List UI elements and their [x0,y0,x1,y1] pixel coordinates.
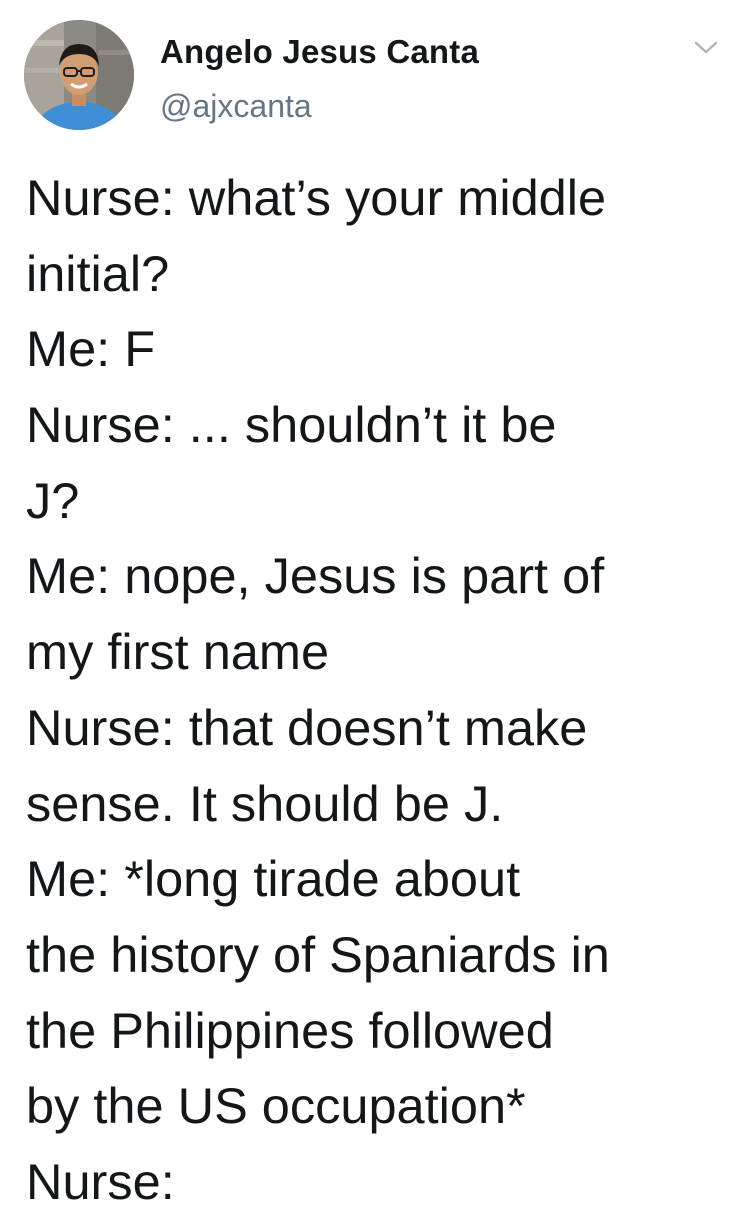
tweet-text-line: Me: F [26,320,156,378]
tweet-card: Angelo Jesus Canta @ajxcanta Nurse: what… [0,0,736,1210]
tweet-text-line: J? [26,471,80,529]
tweet-text: Nurse: what’s your middle initial? Me: F… [26,160,726,1220]
tweet-text-line: initial? [26,244,170,302]
tweet-text-line: sense. It should be J. [26,774,504,832]
tweet-text-line: Nurse: ... shouldn’t it be [26,396,557,454]
chevron-down-icon[interactable] [692,38,720,58]
author-handle[interactable]: @ajxcanta [160,86,312,126]
tweet-header: Angelo Jesus Canta @ajxcanta [24,20,724,132]
tweet-text-line: Nurse: that doesn’t make [26,698,588,756]
tweet-text-line: Me: nope, Jesus is part of [26,547,605,605]
tweet-text-line: Nurse: what’s your middle [26,169,607,226]
tweet-text-line: by the US occupation* [26,1077,526,1135]
author-display-name[interactable]: Angelo Jesus Canta [160,32,479,72]
profile-photo-icon [24,20,134,130]
tweet-text-line: the history of Spaniards in [26,925,610,983]
tweet-text-line: Nurse: [26,1152,175,1210]
tweet-text-line: the Philippines followed [26,1001,554,1059]
tweet-text-line: Me: *long tirade about [26,850,521,908]
tweet-text-line: my first name [26,623,330,681]
avatar[interactable] [24,20,134,130]
